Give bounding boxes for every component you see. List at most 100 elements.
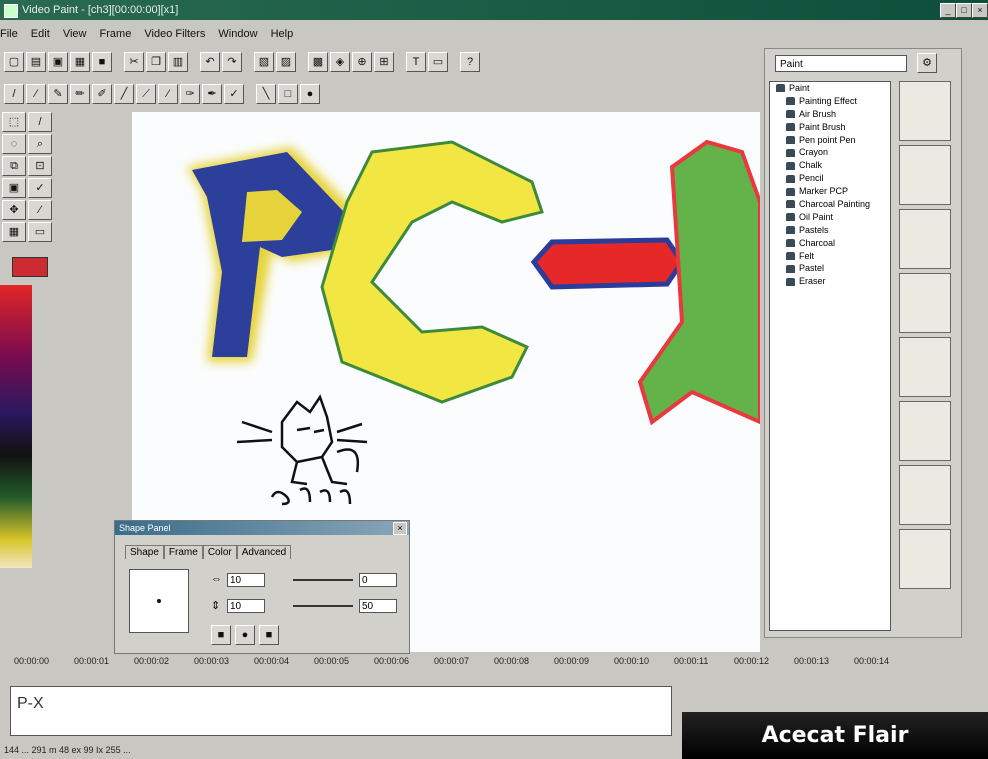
brush-category[interactable]: Paint <box>770 82 890 95</box>
tab-color[interactable]: Color <box>202 545 237 559</box>
brush-item[interactable]: Pastels <box>770 224 890 237</box>
brush-preview[interactable] <box>899 81 951 141</box>
check-tool-icon[interactable]: ✓ <box>28 178 52 198</box>
effects-icon[interactable]: ◈ <box>330 52 350 72</box>
stamp-tool-icon[interactable]: ⊡ <box>28 156 52 176</box>
foreground-color-swatch[interactable] <box>12 257 48 277</box>
rect-tool-icon[interactable]: □ <box>278 84 298 104</box>
shape-tool-icon[interactable]: ▣ <box>2 178 26 198</box>
fill-tool-icon[interactable]: ● <box>300 84 320 104</box>
close-button[interactable]: × <box>972 3 988 18</box>
tab-advanced[interactable]: Advanced <box>236 545 292 559</box>
slider-a[interactable] <box>293 579 353 581</box>
zoom-tool-icon[interactable]: ⌕ <box>28 134 52 154</box>
pen-tool-icon[interactable]: / <box>28 112 52 132</box>
brush-tool-7-icon[interactable]: ⟋ <box>136 84 156 104</box>
grid-tool-icon[interactable]: ▦ <box>2 222 26 242</box>
zoom-frame-icon[interactable]: ⊕ <box>352 52 372 72</box>
undo-icon[interactable]: ↶ <box>200 52 220 72</box>
menu-help[interactable]: Help <box>271 28 294 40</box>
brush-item[interactable]: Painting Effect <box>770 95 890 108</box>
close-icon[interactable]: × <box>393 522 407 535</box>
brush-item[interactable]: Charcoal Painting <box>770 198 890 211</box>
width-field[interactable]: 10 <box>227 573 265 587</box>
value-b-field[interactable]: 50 <box>359 599 397 613</box>
brush-item[interactable]: Eraser <box>770 275 890 288</box>
brush-item[interactable]: Oil Paint <box>770 211 890 224</box>
brush-preview[interactable] <box>899 465 951 525</box>
menu-edit[interactable]: Edit <box>31 28 50 40</box>
brush-options-icon[interactable]: ⚙ <box>917 53 937 73</box>
brush-type-select[interactable]: Paint <box>775 55 907 72</box>
menu-video-filters[interactable]: Video Filters <box>144 28 205 40</box>
brush-tool-9-icon[interactable]: ✑ <box>180 84 200 104</box>
brush-preview[interactable] <box>899 209 951 269</box>
brush-tool-11-icon[interactable]: ✓ <box>224 84 244 104</box>
brush-preview[interactable] <box>899 273 951 333</box>
paste-icon[interactable]: ▥ <box>168 52 188 72</box>
redo-icon[interactable]: ↷ <box>222 52 242 72</box>
text-icon[interactable]: T <box>406 52 426 72</box>
copy-icon[interactable]: ❐ <box>146 52 166 72</box>
brush-preview[interactable] <box>899 401 951 461</box>
timeline-ruler[interactable]: 00:00:00 00:00:01 00:00:02 00:00:03 00:0… <box>0 654 988 670</box>
eraser-tool-icon[interactable]: ▭ <box>28 222 52 242</box>
height-field[interactable]: 10 <box>227 599 265 613</box>
cut-icon[interactable]: ✂ <box>124 52 144 72</box>
open-icon[interactable]: ▤ <box>26 52 46 72</box>
tab-shape[interactable]: Shape <box>125 545 164 559</box>
brush-tool-2-icon[interactable]: ⁄ <box>26 84 46 104</box>
brush-item[interactable]: Felt <box>770 250 890 263</box>
print-icon[interactable]: ▦ <box>70 52 90 72</box>
move-tool-icon[interactable]: ✥ <box>2 200 26 220</box>
menu-view[interactable]: View <box>63 28 87 40</box>
brush-tool-8-icon[interactable]: ⁄ <box>158 84 178 104</box>
brush-preview[interactable] <box>899 145 951 205</box>
shape-reset-icon[interactable]: ■ <box>259 625 279 645</box>
brush-tool-3-icon[interactable]: ✎ <box>48 84 68 104</box>
slider-b[interactable] <box>293 605 353 607</box>
filter-icon[interactable]: ▨ <box>276 52 296 72</box>
status-bar: 144 ... 291 m 48 ex 99 Ix 255 ... <box>4 745 131 755</box>
save-icon[interactable]: ▣ <box>48 52 68 72</box>
brush-tool-1-icon[interactable]: / <box>4 84 24 104</box>
brush-tool-6-icon[interactable]: ╱ <box>114 84 134 104</box>
brush-tool-10-icon[interactable]: ✒ <box>202 84 222 104</box>
maximize-button[interactable]: □ <box>956 3 972 18</box>
brush-item[interactable]: Crayon <box>770 146 890 159</box>
line-tool-icon[interactable]: ╲ <box>256 84 276 104</box>
brush-item[interactable]: Paint Brush <box>770 121 890 134</box>
brush-tool-5-icon[interactable]: ✐ <box>92 84 112 104</box>
frame-icon[interactable]: ▩ <box>308 52 328 72</box>
menu-window[interactable]: Window <box>218 28 257 40</box>
color-palette[interactable] <box>0 285 32 568</box>
lasso-tool-icon[interactable]: ◌ <box>2 134 26 154</box>
disk-icon[interactable]: ■ <box>92 52 112 72</box>
shape-circle-icon[interactable]: ● <box>235 625 255 645</box>
shape-square-icon[interactable]: ■ <box>211 625 231 645</box>
brush-preview[interactable] <box>899 529 951 589</box>
brush-item[interactable]: Pencil <box>770 172 890 185</box>
brush-tool-4-icon[interactable]: ✏ <box>70 84 90 104</box>
value-a-field[interactable]: 0 <box>359 573 397 587</box>
brush-item[interactable]: Pen point Pen <box>770 134 890 147</box>
brush-item[interactable]: Chalk <box>770 159 890 172</box>
frame-track[interactable]: P-X <box>10 686 672 736</box>
brush-item[interactable]: Charcoal <box>770 237 890 250</box>
menu-frame[interactable]: Frame <box>100 28 132 40</box>
help-icon[interactable]: ? <box>460 52 480 72</box>
clone-tool-icon[interactable]: ⧉ <box>2 156 26 176</box>
brush-item[interactable]: Pastel <box>770 262 890 275</box>
menu-file[interactable]: File <box>0 28 18 40</box>
tab-frame[interactable]: Frame <box>163 545 203 559</box>
layer-icon[interactable]: ▧ <box>254 52 274 72</box>
eyedropper-icon[interactable]: ⁄ <box>28 200 52 220</box>
monitor-icon[interactable]: ▭ <box>428 52 448 72</box>
new-file-icon[interactable]: ▢ <box>4 52 24 72</box>
brush-item[interactable]: Marker PCP <box>770 185 890 198</box>
crop-icon[interactable]: ⊞ <box>374 52 394 72</box>
brush-preview[interactable] <box>899 337 951 397</box>
select-tool-icon[interactable]: ⬚ <box>2 112 26 132</box>
brush-item[interactable]: Air Brush <box>770 108 890 121</box>
minimize-button[interactable]: _ <box>940 3 956 18</box>
